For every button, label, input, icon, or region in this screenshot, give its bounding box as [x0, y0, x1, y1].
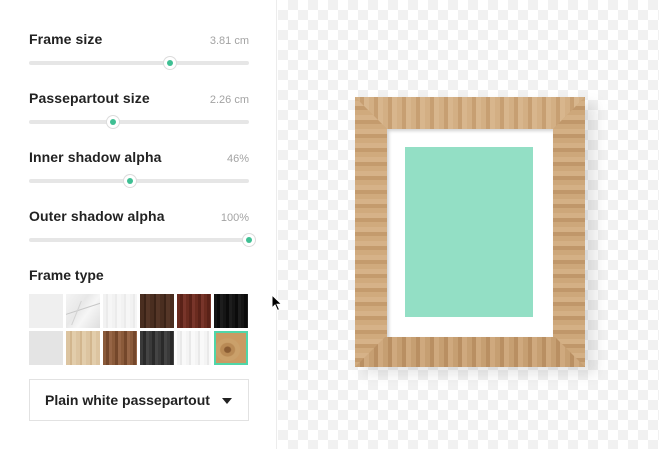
swatch-black-wood[interactable]	[214, 294, 248, 328]
passepartout-size-slider-handle[interactable]	[106, 116, 119, 128]
swatch-white-wood[interactable]	[103, 294, 137, 328]
inner-shadow-alpha-slider[interactable]	[29, 175, 249, 187]
outer-shadow-alpha-value: 100%	[220, 212, 249, 224]
inner-shadow-alpha-value: 46%	[226, 153, 249, 165]
outer-shadow-alpha-slider[interactable]	[29, 234, 255, 246]
frame-size-slider[interactable]	[29, 57, 249, 69]
inner-shadow-alpha-control: Inner shadow alpha 46%	[29, 149, 249, 187]
caret-down-icon	[222, 398, 232, 404]
passepartout-size-slider[interactable]	[29, 116, 249, 128]
frame-preview-canvas	[278, 0, 659, 449]
swatch-dark-wood[interactable]	[140, 294, 174, 328]
swatch-pine-wood[interactable]	[66, 331, 100, 365]
picture-frame	[355, 97, 585, 367]
frame-left-edge	[355, 97, 387, 367]
outer-shadow-alpha-slider-handle[interactable]	[243, 234, 255, 246]
inner-shadow-alpha-slider-handle[interactable]	[124, 175, 137, 187]
frame-right-edge	[553, 97, 585, 367]
swatch-red-wood[interactable]	[177, 294, 211, 328]
frame-type-swatches	[29, 294, 249, 365]
swatch-birch-wood[interactable]	[177, 331, 211, 365]
outer-shadow-alpha-label: Outer shadow alpha	[29, 208, 165, 224]
artwork-area	[405, 147, 533, 317]
passepartout-dropdown[interactable]: Plain white passepartout	[29, 379, 249, 421]
swatch-walnut-wood[interactable]	[103, 331, 137, 365]
swatch-light-grey[interactable]	[29, 331, 63, 365]
settings-panel: Frame size 3.81 cm Passepartout size 2.2…	[0, 0, 277, 449]
passepartout-size-value: 2.26 cm	[209, 94, 249, 106]
frame-size-slider-handle[interactable]	[163, 57, 176, 69]
swatch-white-marble[interactable]	[66, 294, 100, 328]
frame-bottom-edge	[355, 337, 585, 367]
swatch-plain-white[interactable]	[29, 294, 63, 328]
outer-shadow-alpha-control: Outer shadow alpha 100%	[29, 208, 255, 246]
mouse-cursor-icon	[271, 294, 283, 312]
frame-type-heading: Frame type	[29, 267, 104, 283]
passepartout-mat	[387, 129, 553, 337]
frame-size-value: 3.81 cm	[209, 35, 249, 47]
swatch-charcoal-wood[interactable]	[140, 331, 174, 365]
passepartout-size-control: Passepartout size 2.26 cm	[29, 90, 249, 128]
frame-size-control: Frame size 3.81 cm	[29, 31, 249, 69]
passepartout-size-label: Passepartout size	[29, 90, 150, 106]
inner-shadow-alpha-label: Inner shadow alpha	[29, 149, 162, 165]
frame-size-label: Frame size	[29, 31, 103, 47]
passepartout-dropdown-label: Plain white passepartout	[45, 392, 210, 408]
frame-top-edge	[355, 97, 585, 129]
swatch-knotted-oak[interactable]	[214, 331, 248, 365]
